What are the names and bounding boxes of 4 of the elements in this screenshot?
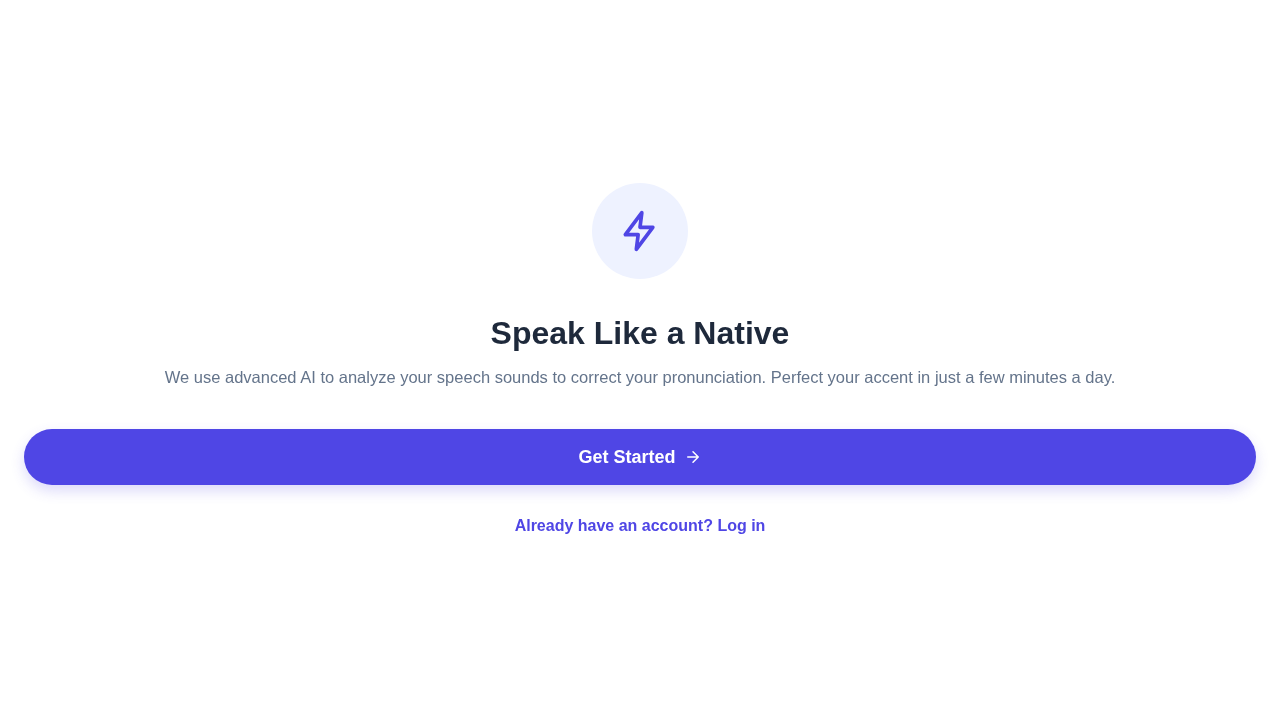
- hero-title: Speak Like a Native: [490, 313, 790, 353]
- hero-description: We use advanced AI to analyze your speech sounds to correct your pronunciation. Perfect your accent in just a few minutes a day.: [164, 366, 1116, 388]
- login-link[interactable]: Already have an account? Log in: [514, 513, 766, 538]
- get-started-button[interactable]: Get Started: [24, 428, 1256, 485]
